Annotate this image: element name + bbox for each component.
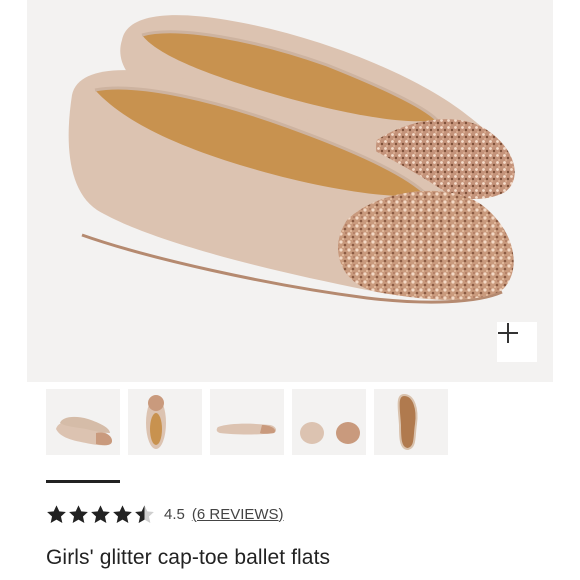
thumbnail-3[interactable] — [210, 389, 284, 455]
reviews-link[interactable]: (6 REVIEWS) — [192, 506, 284, 523]
thumbnail-4[interactable] — [292, 389, 366, 455]
ballet-flats-illustration — [68, 15, 515, 304]
product-title: Girls' glitter cap-toe ballet flats — [46, 546, 331, 569]
rating-value: 4.5 — [164, 505, 185, 523]
thumbnail-top-image — [146, 395, 166, 449]
thumbnail-side-image — [216, 423, 277, 435]
rating-stars — [46, 504, 156, 525]
thumbnail-front-back-image — [300, 422, 360, 444]
product-rating: 4.5 (6 REVIEWS) — [46, 502, 284, 526]
star-full-icon — [113, 504, 132, 523]
star-full-icon — [69, 504, 88, 523]
zoom-button[interactable] — [497, 322, 537, 362]
thumbnail-2[interactable] — [128, 389, 202, 455]
product-main-image[interactable] — [27, 0, 553, 382]
selected-thumbnail-indicator — [46, 480, 120, 483]
thumbnail-sole-image — [397, 393, 418, 451]
thumbnail-strip — [46, 389, 466, 484]
thumbnail-5[interactable] — [374, 389, 448, 455]
star-full-icon — [91, 504, 110, 523]
thumbnail-1[interactable] — [46, 389, 120, 455]
thumbnail-pair-image — [56, 416, 112, 446]
plus-icon — [498, 323, 518, 343]
star-half-icon — [135, 504, 154, 523]
star-full-icon — [47, 504, 66, 523]
